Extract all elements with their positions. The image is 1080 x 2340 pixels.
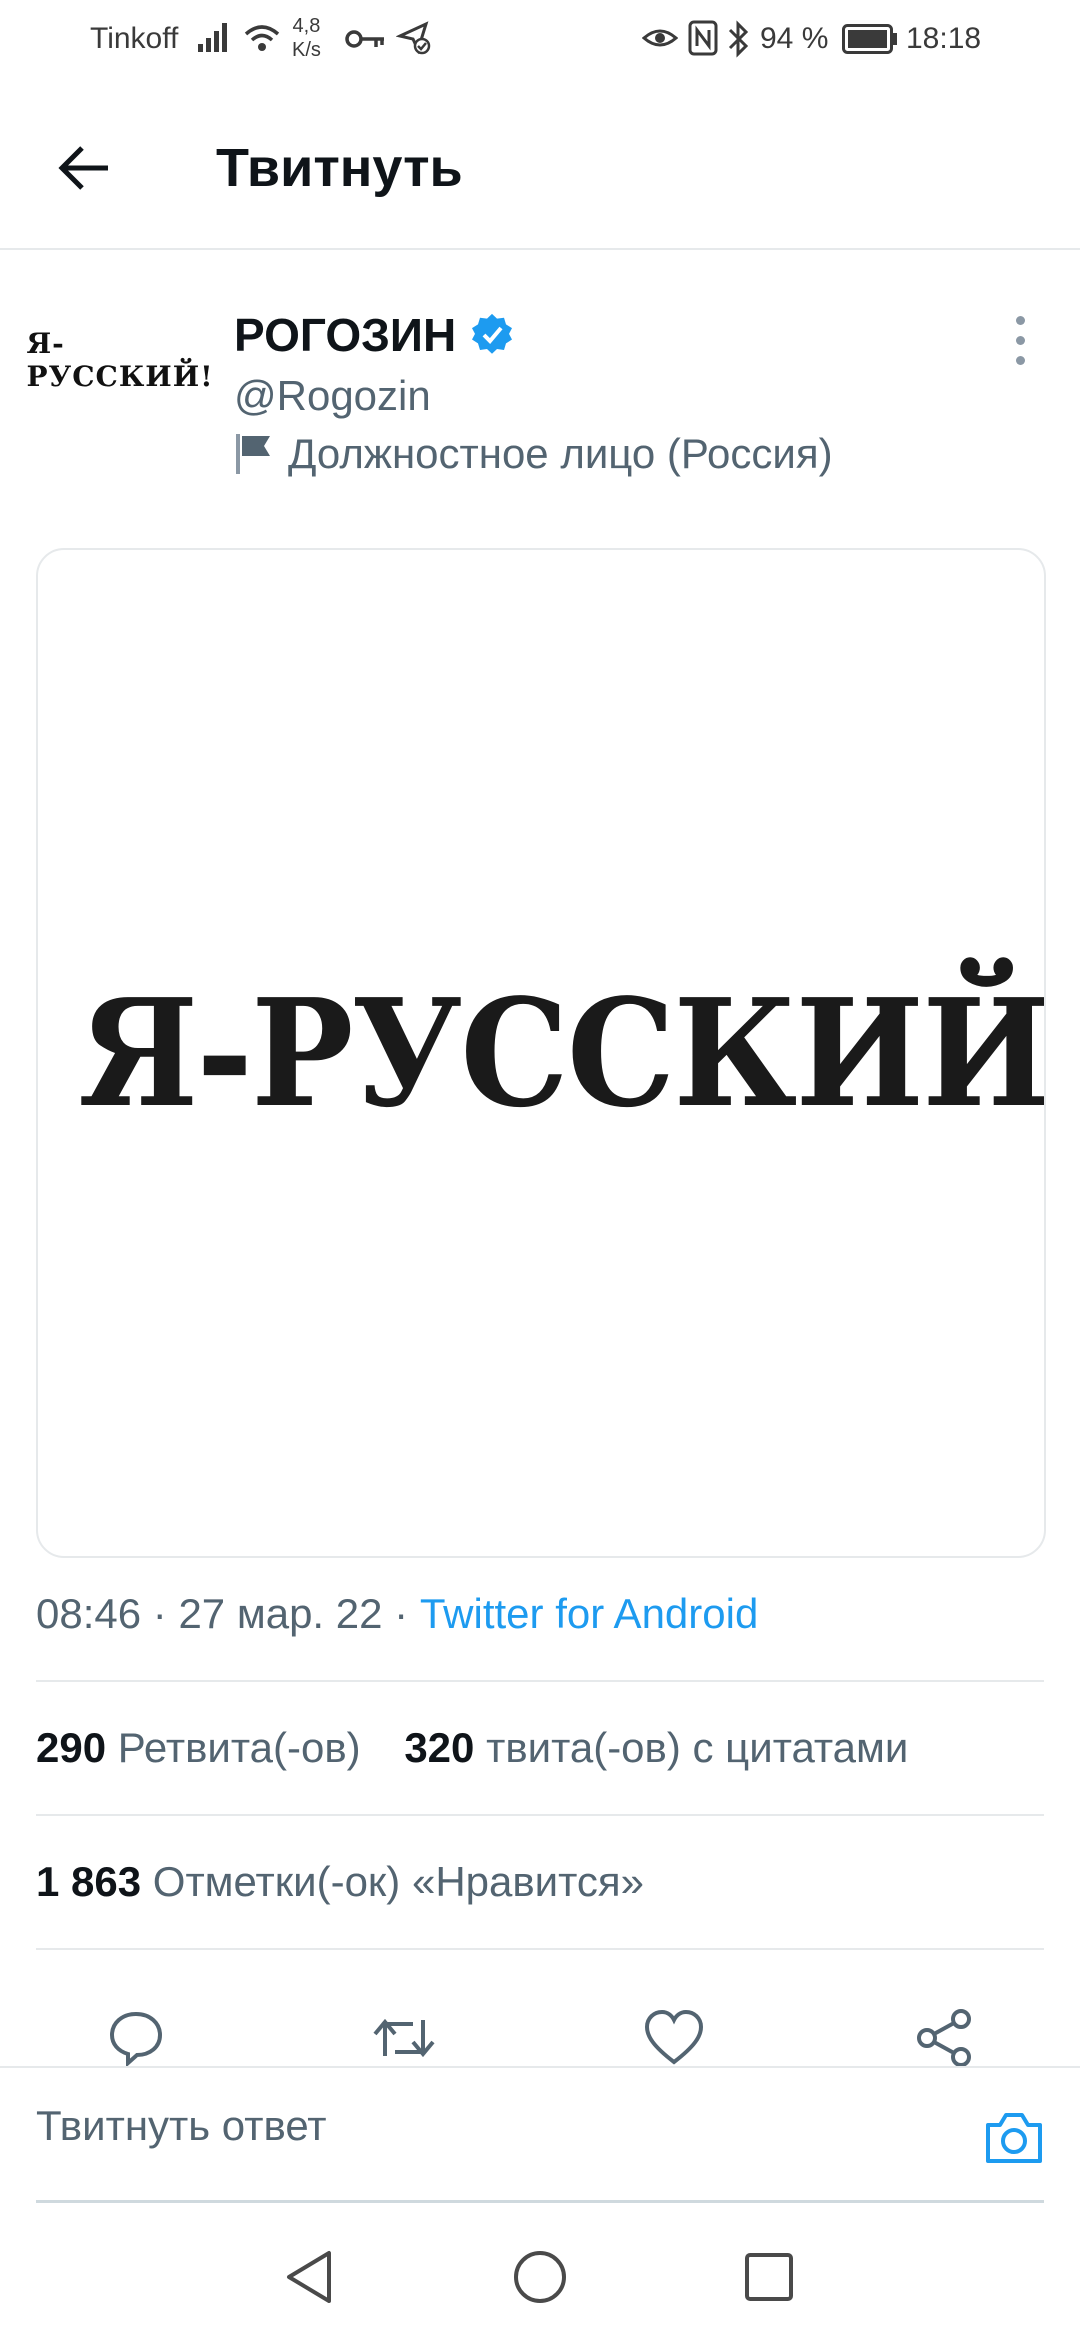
author-avatar[interactable]: Я-РУССКИЙ! bbox=[26, 327, 212, 393]
wifi-icon bbox=[242, 22, 282, 54]
tweet-timestamp-row: 08:46 · 27 мар. 22 · Twitter for Android bbox=[36, 1590, 758, 1638]
author-name[interactable]: РОГОЗИН bbox=[234, 308, 456, 362]
system-navigation-bar bbox=[0, 2210, 1080, 2340]
ellipsis-dot bbox=[1015, 335, 1025, 345]
quotes-stat[interactable]: 320 твита(-ов) с цитатами bbox=[404, 1724, 908, 1771]
carrier-name: Tinkoff bbox=[90, 22, 179, 55]
retweet-icon bbox=[373, 2018, 435, 2058]
nav-back-button[interactable] bbox=[264, 2232, 354, 2322]
network-speed: 4,8 K/s bbox=[292, 14, 321, 62]
back-button[interactable] bbox=[44, 128, 124, 208]
likes-count: 1 863 bbox=[36, 1858, 142, 1905]
verified-badge-icon bbox=[472, 313, 513, 354]
nav-recents-button[interactable] bbox=[724, 2232, 814, 2322]
tweet-time: 08:46 bbox=[36, 1590, 142, 1637]
account-label-text: Должностное лицо (Россия) bbox=[288, 430, 833, 477]
bluetooth-icon bbox=[726, 20, 750, 58]
arrow-left-icon bbox=[58, 146, 108, 190]
quotes-label: твита(-ов) с цитатами bbox=[486, 1724, 909, 1771]
battery-percent: 94 % bbox=[760, 22, 829, 55]
notification-icon bbox=[396, 20, 432, 56]
camera-button[interactable] bbox=[966, 2090, 1062, 2186]
divider bbox=[36, 1814, 1044, 1816]
heart-icon bbox=[644, 2009, 704, 2065]
quotes-count: 320 bbox=[404, 1724, 475, 1771]
camera-icon bbox=[986, 2113, 1042, 2163]
nfc-icon bbox=[688, 20, 718, 56]
likes-stat[interactable]: 1 863 Отметки(-ок) «Нравится» bbox=[36, 1858, 644, 1906]
reply-input[interactable]: Твитнуть ответ bbox=[36, 2102, 327, 2150]
signal-icon bbox=[196, 20, 232, 54]
vertical-ellipsis-icon bbox=[1015, 315, 1025, 325]
retweets-count: 290 bbox=[36, 1724, 107, 1771]
triangle-back-icon bbox=[287, 2251, 331, 2303]
nav-home-button[interactable] bbox=[495, 2232, 585, 2322]
retweet-quote-stats: 290 Ретвита(-ов) 320 твита(-ов) с цитата… bbox=[36, 1724, 908, 1772]
flag-icon bbox=[236, 434, 270, 474]
status-bar: Tinkoff 4,8 K/s 94 % 18:18 bbox=[0, 0, 1080, 84]
speed-unit: K/s bbox=[292, 39, 321, 61]
clock: 18:18 bbox=[906, 22, 982, 55]
image-text: Я-РУССКИЙ! bbox=[78, 966, 1046, 1140]
tweet-image[interactable]: Я-РУССКИЙ! bbox=[36, 548, 1046, 1558]
tweet-date: 27 мар. 22 bbox=[178, 1590, 383, 1637]
author-name-row: РОГОЗИН bbox=[234, 300, 514, 370]
vpn-key-icon bbox=[344, 26, 386, 52]
battery-icon bbox=[842, 24, 898, 54]
page-title: Твитнуть bbox=[216, 138, 463, 198]
ellipsis-dot bbox=[1015, 355, 1025, 365]
more-options-button[interactable] bbox=[998, 310, 1042, 370]
retweets-stat[interactable]: 290 Ретвита(-ов) bbox=[36, 1724, 361, 1771]
comment-icon bbox=[109, 2011, 163, 2068]
likes-label: Отметки(-ок) «Нравится» bbox=[152, 1858, 645, 1905]
tweet-source-link[interactable]: Twitter for Android bbox=[420, 1590, 758, 1637]
share-icon bbox=[917, 2009, 971, 2067]
meta-separator: · bbox=[152, 1590, 167, 1637]
reply-composer: Твитнуть ответ bbox=[0, 2066, 1080, 2203]
divider bbox=[36, 1948, 1044, 1950]
author-handle[interactable]: @Rogozin bbox=[234, 372, 431, 420]
account-label[interactable]: Должностное лицо (Россия) bbox=[234, 430, 833, 478]
speed-value: 4,8 bbox=[292, 15, 321, 37]
eye-comfort-icon bbox=[642, 24, 678, 52]
square-recents-icon bbox=[745, 2253, 793, 2301]
divider bbox=[36, 1680, 1044, 1682]
meta-separator: · bbox=[394, 1590, 409, 1637]
top-app-bar: Твитнуть bbox=[0, 84, 1080, 250]
retweets-label: Ретвита(-ов) bbox=[117, 1724, 361, 1771]
reply-input-underline bbox=[36, 2200, 1044, 2203]
circle-home-icon bbox=[514, 2251, 566, 2303]
